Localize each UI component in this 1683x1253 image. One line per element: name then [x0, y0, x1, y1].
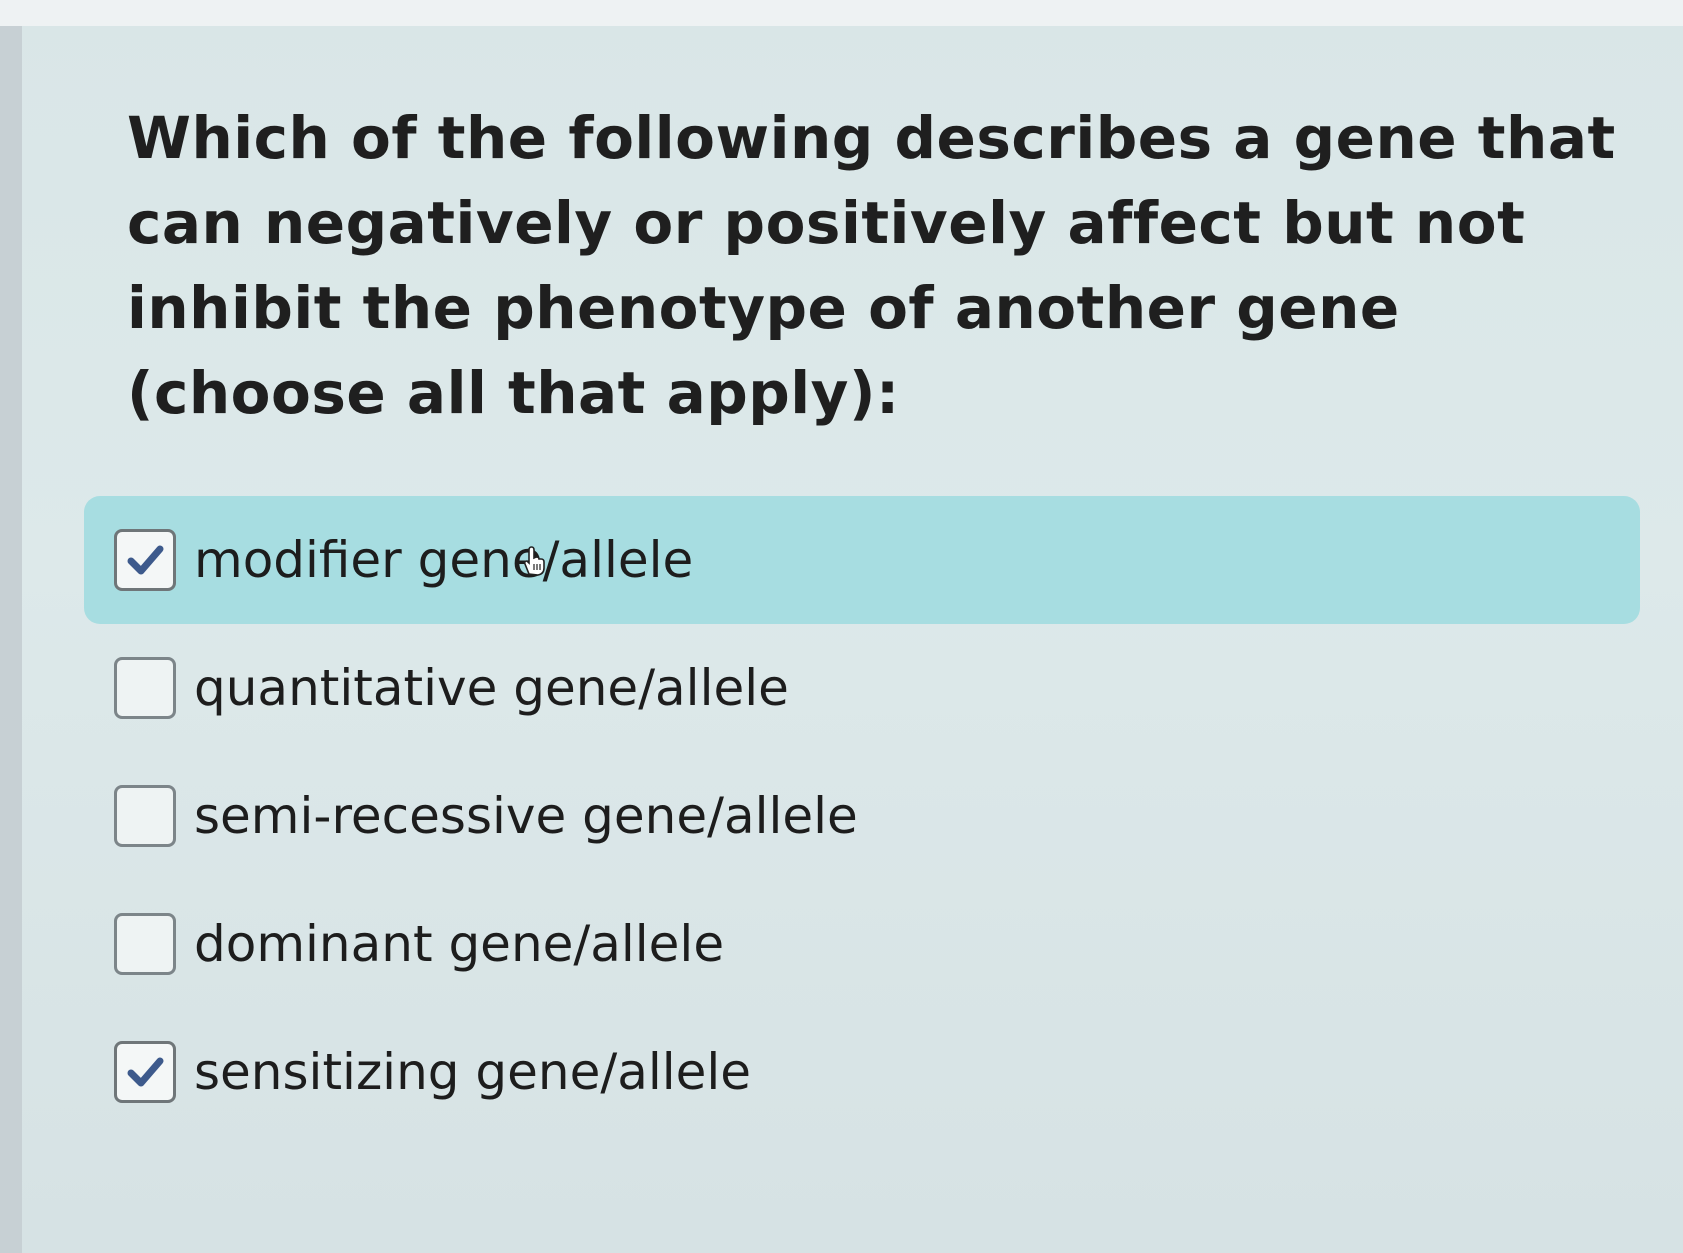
option-semi-recessive[interactable]: semi-recessive gene/allele — [84, 752, 1640, 880]
question-text: Which of the following describes a gene … — [127, 104, 1616, 427]
checkbox-quantitative[interactable] — [114, 657, 176, 719]
top-bezel — [0, 0, 1683, 26]
screen: Which of the following describes a gene … — [0, 0, 1683, 1253]
question-card: Which of the following describes a gene … — [22, 26, 1662, 1253]
option-label: semi-recessive gene/allele — [194, 787, 858, 845]
check-icon — [127, 1057, 164, 1087]
option-label: modifier gene/allele — [194, 531, 694, 589]
option-dominant[interactable]: dominant gene/allele — [84, 880, 1640, 1008]
option-label: sensitizing gene/allele — [194, 1043, 752, 1101]
option-modifier[interactable]: modifier gene/allele — [84, 496, 1640, 624]
check-icon — [127, 545, 164, 575]
checkbox-semi-recessive[interactable] — [114, 785, 176, 847]
option-label: dominant gene/allele — [194, 915, 725, 973]
answer-options: modifier gene/allele quantitative gene/a… — [84, 496, 1640, 1136]
option-label: quantitative gene/allele — [194, 659, 789, 717]
option-sensitizing[interactable]: sensitizing gene/allele — [84, 1008, 1640, 1136]
checkbox-modifier[interactable] — [114, 529, 176, 591]
option-quantitative[interactable]: quantitative gene/allele — [84, 624, 1640, 752]
hand-pointer-icon — [523, 546, 545, 576]
checkbox-dominant[interactable] — [114, 913, 176, 975]
left-bezel — [0, 26, 22, 1253]
checkbox-sensitizing[interactable] — [114, 1041, 176, 1103]
